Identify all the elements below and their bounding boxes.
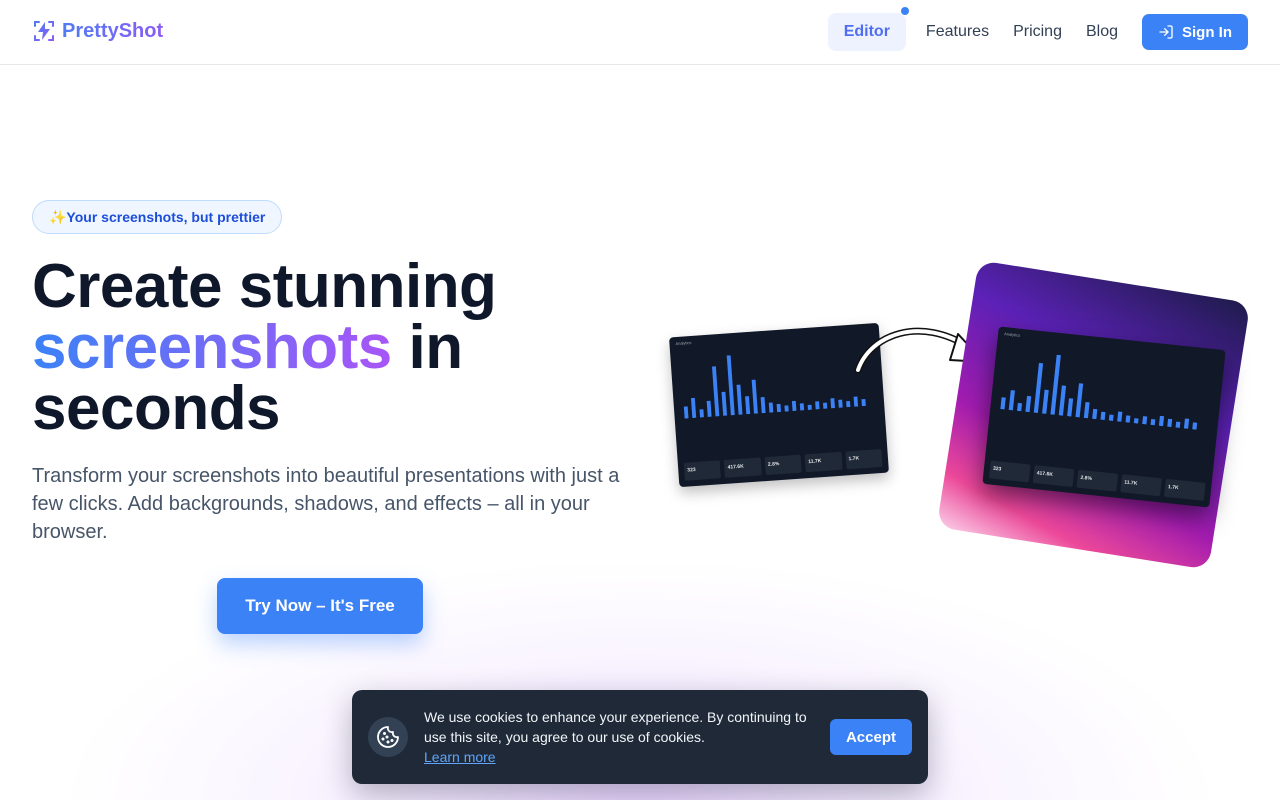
stat-value: 417.6K [724,457,762,478]
sparkle-bolt-icon [34,21,54,41]
nav-pricing-link[interactable]: Pricing [1001,14,1074,50]
try-now-button[interactable]: Try Now – It's Free [217,578,423,634]
tagline-badge: ✨Your screenshots, but prettier [32,200,283,234]
brand-logo[interactable]: PrettyShot [32,19,163,43]
sign-in-icon [1159,25,1173,39]
before-after-illustration: Analytics 323 417.6K 2.8% 11.7K 1.7K Ana… [660,260,1260,580]
stat-value: 11.7K [1120,474,1162,497]
screenshot-title: Analytics [675,339,692,347]
screenshot-title: Analytics [1003,331,1021,338]
screenshot-bar-chart [1000,354,1198,430]
stat-value: 2.8% [764,454,802,476]
cookie-message: We use cookies to enhance your experienc… [424,707,824,767]
cookie-icon [368,717,408,757]
screenshot-bar-chart [683,355,866,419]
learn-more-link[interactable]: Learn more [424,747,824,767]
stat-value: 11.7K [804,451,843,473]
stat-value: 323 [683,460,722,481]
cookie-message-text: We use cookies to enhance your experienc… [424,709,807,745]
nav-features-link[interactable]: Features [914,14,1001,50]
stat-value: 2.8% [1076,469,1119,492]
sign-in-label: Sign In [1182,23,1232,41]
accept-cookies-button[interactable]: Accept [829,719,912,755]
headline-line-1: Create stunning [32,252,497,321]
stat-value: 1.7K [845,448,883,470]
main-nav: Editor Features Pricing Blog Sign In [827,6,1248,51]
site-header: PrettyShot Editor Features Pricing Blog … [0,0,1280,65]
beautified-screenshot: Analytics 323 417.6K 2.8% 11.7K 1.7K [982,326,1226,508]
hero-headline: Create stunning screenshots in seconds [32,256,632,440]
cookie-banner: We use cookies to enhance your experienc… [352,690,928,784]
nav-blog-link[interactable]: Blog [1074,14,1130,50]
stat-value: 1.7K [1163,478,1206,501]
hero-subtext: Transform your screenshots into beautifu… [32,465,620,543]
headline-highlight: screenshots [32,313,392,382]
notification-dot [900,6,909,15]
nav-editor-label: Editor [843,22,890,40]
stat-value: 323 [988,460,1031,483]
brand-name: PrettyShot [62,19,164,42]
headline-line-2-rest: in [391,313,464,382]
sign-in-button[interactable]: Sign In [1142,14,1248,50]
stat-value: 417.6K [1032,465,1075,488]
nav-editor-link[interactable]: Editor [827,6,909,51]
headline-line-3: seconds [32,374,281,443]
screenshot-stats: 323 417.6K 2.8% 11.7K 1.7K [683,448,883,481]
